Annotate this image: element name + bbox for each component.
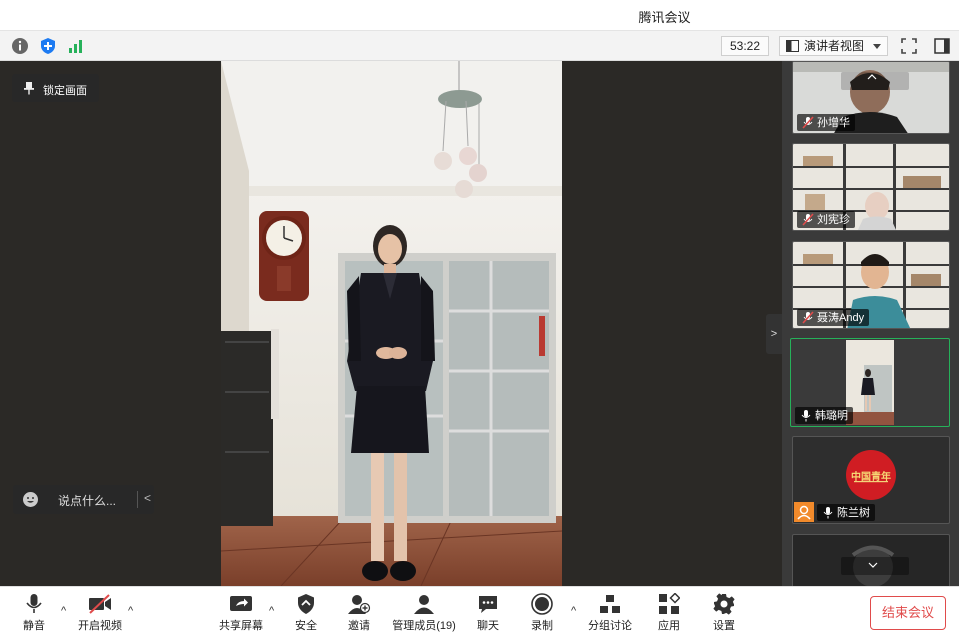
chevron-right-icon: >: [770, 328, 778, 340]
security-label: 安全: [295, 620, 317, 632]
participant-name-tag: 刘宪珍: [797, 211, 855, 228]
participant-tile[interactable]: [792, 534, 950, 594]
window-title: 腾讯会议: [638, 10, 691, 25]
mic-muted-icon: [802, 213, 814, 226]
participant-name: 陈兰树: [837, 507, 870, 519]
mute-button[interactable]: 静音: [4, 593, 64, 635]
settings-button[interactable]: 设置: [694, 593, 754, 635]
start-video-label: 开启视频: [78, 620, 122, 632]
speaker-video: [221, 61, 562, 586]
participant-name-tag: 韩璐明: [795, 407, 853, 424]
breakout-rooms-label: 分组讨论: [588, 620, 632, 632]
participant-strip[interactable]: 孙增华 刘宪珍 聂涛Andy 韩璐明 中国青年 陈兰树: [782, 61, 959, 594]
chat-placeholder: 说点什么...: [58, 494, 117, 508]
meeting-timer: 53:22: [721, 36, 769, 56]
breakout-rooms-button[interactable]: 分组讨论: [580, 593, 640, 635]
breakout-icon: [600, 595, 620, 613]
chat-input[interactable]: 说点什么... <: [13, 485, 154, 514]
user-icon: [797, 505, 811, 520]
chat-divider: [137, 491, 138, 508]
signal-icon[interactable]: [67, 37, 85, 55]
view-mode-dropdown[interactable]: 演讲者视图: [779, 36, 888, 56]
participant-name: 韩璐明: [815, 410, 848, 422]
mic-icon: [823, 507, 833, 519]
logo-text: 中国青年: [851, 472, 891, 483]
pin-icon: [24, 82, 34, 95]
chat-label: 聊天: [477, 620, 499, 632]
video-off-icon: [89, 594, 111, 614]
participant-tile[interactable]: 刘宪珍: [792, 143, 950, 231]
share-screen-label: 共享屏幕: [219, 620, 263, 632]
invite-label: 邀请: [348, 620, 370, 632]
mic-muted-icon: [802, 311, 814, 324]
main-stage: 锁定画面 说点什么... < >: [0, 61, 782, 586]
title-bar: 腾讯会议: [0, 0, 959, 31]
invite-button[interactable]: 邀请: [329, 593, 389, 635]
apps-label: 应用: [658, 620, 680, 632]
top-toolbar: 53:22 演讲者视图: [0, 31, 959, 61]
bottom-toolbar: 静音 ^ 开启视频 ^ 共享屏幕 ^ 安全 邀请 管理成员(19) 聊天 录制 …: [0, 586, 959, 637]
host-avatar-badge: [794, 502, 814, 522]
manage-members-button[interactable]: 管理成员(19): [388, 593, 460, 635]
emoji-icon[interactable]: [22, 491, 39, 508]
view-mode-label: 演讲者视图: [804, 39, 865, 53]
invite-user-icon: [348, 595, 371, 614]
record-icon: [531, 593, 553, 615]
share-screen-icon: [230, 596, 252, 611]
layout-icon: [786, 40, 799, 52]
shield-icon[interactable]: [39, 37, 57, 55]
chevron-up-icon[interactable]: ^: [128, 605, 138, 617]
share-screen-button[interactable]: 共享屏幕: [211, 593, 271, 635]
lock-view-label: 锁定画面: [43, 85, 87, 97]
sidebar-toggle-icon[interactable]: [933, 37, 951, 55]
gear-icon: [713, 593, 735, 615]
fullscreen-icon[interactable]: [900, 37, 918, 55]
collapse-strip-button[interactable]: >: [766, 314, 782, 354]
security-shield-icon: [298, 594, 314, 614]
participant-tile[interactable]: 中国青年 陈兰树: [792, 436, 950, 524]
participant-tile[interactable]: 孙增华: [792, 61, 950, 134]
start-video-button[interactable]: 开启视频: [70, 593, 130, 635]
participant-name: 聂涛Andy: [817, 312, 865, 324]
chat-button[interactable]: 聊天: [458, 593, 518, 635]
record-button[interactable]: 录制: [512, 593, 572, 635]
record-label: 录制: [531, 620, 553, 632]
participant-name-tag: 陈兰树: [817, 504, 875, 521]
mic-icon: [801, 410, 811, 422]
settings-label: 设置: [713, 620, 735, 632]
lock-view-button[interactable]: 锁定画面: [12, 74, 99, 102]
participant-name-tag: 孙增华: [797, 114, 855, 131]
members-icon: [414, 595, 434, 614]
info-icon[interactable]: [11, 37, 29, 55]
participant-tile[interactable]: 聂涛Andy: [792, 241, 950, 329]
participant-video: [846, 340, 894, 425]
chevron-down-icon: [873, 44, 881, 49]
apps-grid-icon: [659, 593, 680, 614]
mic-muted-icon: [802, 116, 814, 129]
apps-button[interactable]: 应用: [639, 593, 699, 635]
microphone-icon: [26, 594, 42, 613]
manage-members-label: 管理成员(19): [392, 620, 456, 632]
chat-icon: [479, 596, 497, 613]
participant-name: 刘宪珍: [817, 214, 850, 226]
security-button[interactable]: 安全: [276, 593, 336, 635]
participant-name-tag: 聂涛Andy: [797, 309, 870, 326]
mute-label: 静音: [23, 620, 45, 632]
participant-tile-active[interactable]: 韩璐明: [790, 338, 950, 427]
end-meeting-button[interactable]: 结束会议: [870, 596, 946, 630]
chevron-left-icon[interactable]: <: [144, 491, 151, 505]
participant-name: 孙增华: [817, 117, 850, 129]
